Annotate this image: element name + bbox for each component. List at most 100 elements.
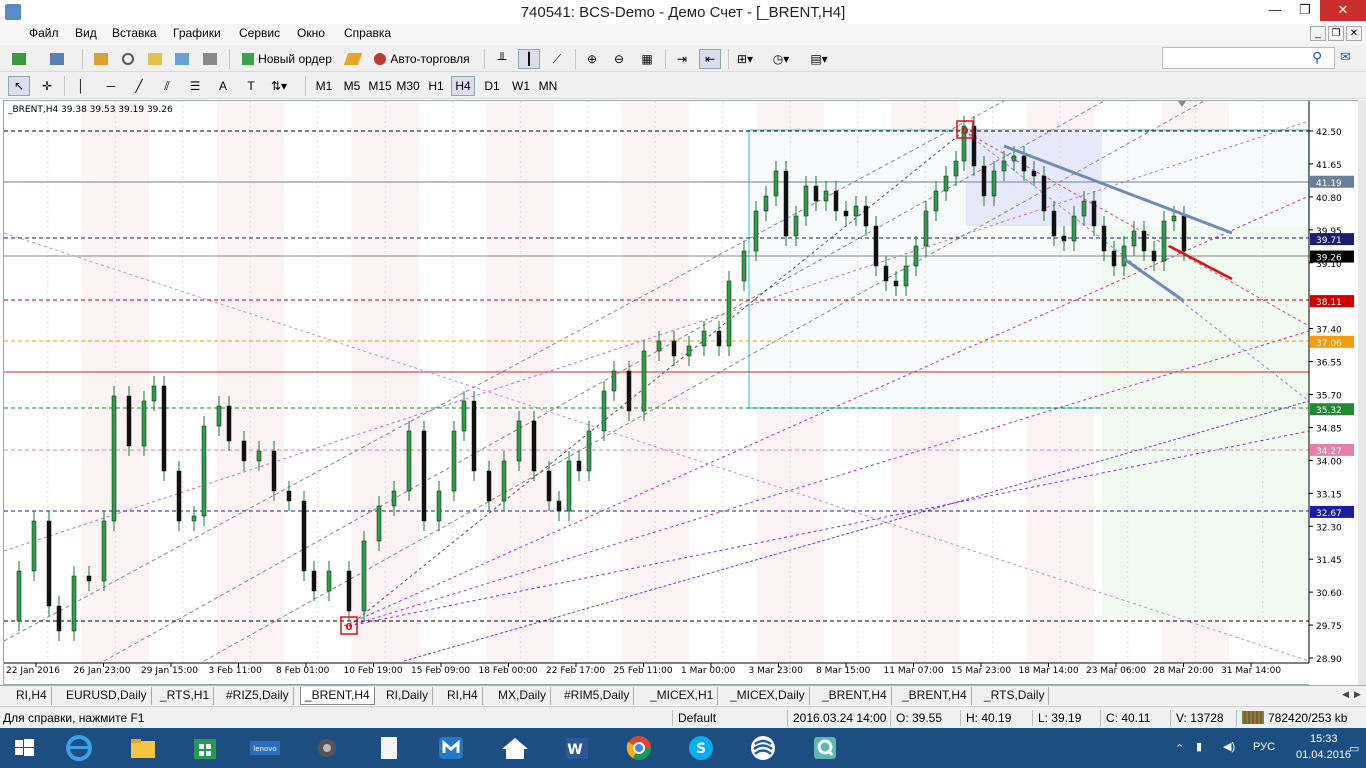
menu-charts[interactable]: Графики <box>173 26 221 40</box>
candle-body <box>501 460 507 502</box>
tab-ri-daily[interactable]: RI,Daily <box>382 687 434 705</box>
maximize-button[interactable]: ❐ <box>1290 0 1320 21</box>
profiles-icon[interactable] <box>46 49 68 69</box>
tab-rim5-daily[interactable]: #RIM5,Daily <box>560 687 635 705</box>
cursor-icon[interactable]: ↖ <box>8 76 30 96</box>
auto-scroll-icon[interactable]: ⇥ <box>671 49 693 69</box>
search-icon[interactable]: ⚲ <box>1312 49 1330 67</box>
tab-prev-icon[interactable]: ◀ <box>1342 689 1352 701</box>
tab-ri-h4-2[interactable]: RI,H4 <box>443 687 483 705</box>
tab-riz5-daily[interactable]: #RIZ5,Daily <box>222 687 294 705</box>
templates-icon[interactable]: ▤▾ <box>808 49 830 69</box>
chart-canvas[interactable]: 00 42.5041.6540.8039.9539.1037.4036.5535.… <box>4 101 1359 686</box>
indicators-icon[interactable]: ⊞▾ <box>734 49 756 69</box>
terminal-icon[interactable] <box>171 49 193 69</box>
tab-rts-h1[interactable]: _RTS,H1 <box>156 687 215 705</box>
menu-window[interactable]: Окно <box>297 26 325 40</box>
tab-rts-daily[interactable]: _RTS,Daily <box>980 687 1050 705</box>
tab-mx-daily[interactable]: MX,Daily <box>494 687 552 705</box>
maxthon-icon[interactable] <box>432 732 470 764</box>
child-minimize-button[interactable]: _ <box>1310 26 1326 41</box>
price-chart[interactable]: 0 0 42.50 41.65 40.80 39.95 39.10 37.40 36.55 35.… <box>3 100 1359 686</box>
explorer-icon[interactable] <box>124 732 162 764</box>
periods-icon[interactable]: ◷▾ <box>770 49 792 69</box>
y-tick-label: 37.40 <box>1316 326 1342 336</box>
new-order-button[interactable]: Новый ордер <box>236 49 338 69</box>
clock-date[interactable]: 01.04.2016 <box>1296 749 1351 761</box>
menu-file[interactable]: Файл <box>29 26 59 40</box>
close-button[interactable]: ✕ <box>1320 0 1366 21</box>
language-indicator[interactable]: РУС <box>1253 741 1275 753</box>
tray-arrow-icon[interactable]: ⌃ <box>1175 742 1184 755</box>
candlestick-icon[interactable]: ┃ <box>518 49 540 69</box>
tab-brent-h4-active[interactable]: _BRENT,H4 <box>300 687 375 705</box>
start-button[interactable] <box>4 732 44 764</box>
data-window-icon[interactable] <box>117 49 139 69</box>
tab-brent-h4-2[interactable]: _BRENT,H4 <box>818 687 892 705</box>
vertical-line-icon[interactable]: │ <box>70 76 92 96</box>
community-icon[interactable]: ✉ <box>1340 49 1358 67</box>
y-tick-label: 30.60 <box>1316 589 1342 599</box>
menu-service[interactable]: Сервис <box>239 26 280 40</box>
quik-icon[interactable] <box>806 732 844 764</box>
bar-chart-icon[interactable]: ╨ <box>491 49 513 69</box>
tab-micex-h1[interactable]: _MICEX,H1 <box>646 687 719 705</box>
tab-eurusd-daily[interactable]: EURUSD,Daily <box>62 687 152 705</box>
menu-insert[interactable]: Вставка <box>112 26 157 40</box>
word-icon[interactable]: W <box>558 732 596 764</box>
lenovo-icon[interactable]: lenovo <box>246 732 284 764</box>
ie-icon[interactable] <box>60 732 98 764</box>
tab-ri-h4[interactable]: RI,H4 <box>12 687 52 705</box>
document-icon[interactable] <box>370 732 408 764</box>
tab-micex-daily[interactable]: _MICEX,Daily <box>726 687 810 705</box>
timeframe-h1[interactable]: H1 <box>424 76 448 96</box>
channel-icon[interactable]: ⫽ <box>156 76 178 96</box>
arrows-icon[interactable]: ⇅▾ <box>268 76 290 96</box>
zoom-in-icon[interactable]: ⊕ <box>581 49 603 69</box>
terminal-app-icon[interactable] <box>744 732 782 764</box>
child-restore-button[interactable]: ❐ <box>1328 26 1344 41</box>
search-input[interactable] <box>1162 47 1335 69</box>
chart-shift-icon[interactable]: ⇤ <box>699 49 721 69</box>
volume-icon[interactable]: ◀) <box>1223 740 1235 753</box>
security-icon[interactable] <box>308 732 346 764</box>
navigator-icon[interactable] <box>144 49 166 69</box>
clock-time[interactable]: 15:33 <box>1310 733 1338 745</box>
timeframe-m15[interactable]: M15 <box>367 76 393 96</box>
skype-icon[interactable]: S <box>682 732 720 764</box>
home-icon[interactable] <box>496 732 534 764</box>
tile-windows-icon[interactable]: ▦ <box>636 49 658 69</box>
vertical-scrollbar[interactable] <box>1358 100 1366 685</box>
line-chart-icon[interactable]: ⟋ <box>546 49 568 69</box>
notifications-icon[interactable]: ▭ <box>1349 742 1359 755</box>
zoom-out-icon[interactable]: ⊖ <box>608 49 630 69</box>
tab-next-icon[interactable]: ▶ <box>1354 689 1364 701</box>
menu-help[interactable]: Справка <box>344 26 391 40</box>
network-icon[interactable]: ▮ <box>1196 740 1202 753</box>
crosshair-icon[interactable]: ✛ <box>36 76 58 96</box>
timeframe-m1[interactable]: M1 <box>312 76 336 96</box>
text-label-icon[interactable]: T <box>240 76 262 96</box>
text-icon[interactable]: A <box>212 76 234 96</box>
timeframe-h4[interactable]: H4 <box>451 76 475 96</box>
trendline-icon[interactable]: ╱ <box>128 76 150 96</box>
timeframe-d1[interactable]: D1 <box>480 76 504 96</box>
market-watch-icon[interactable] <box>90 49 112 69</box>
store-icon[interactable] <box>186 732 224 764</box>
timeframe-w1[interactable]: W1 <box>509 76 533 96</box>
timeframe-m5[interactable]: M5 <box>340 76 364 96</box>
chrome-icon[interactable] <box>620 732 658 764</box>
tester-icon[interactable] <box>199 49 221 69</box>
experts-icon[interactable] <box>342 49 364 69</box>
fibonacci-icon[interactable]: ☰ <box>184 76 206 96</box>
auto-trading-button[interactable]: Авто-торговля <box>368 49 476 69</box>
timeframe-m30[interactable]: M30 <box>395 76 421 96</box>
new-chart-icon[interactable] <box>8 49 30 69</box>
timeframe-mn[interactable]: MN <box>536 76 560 96</box>
price-tag-label: 41.19 <box>1316 179 1342 189</box>
menu-view[interactable]: Вид <box>75 26 97 40</box>
child-close-button[interactable]: ✕ <box>1346 26 1362 41</box>
tab-brent-h4-3[interactable]: _BRENT,H4 <box>898 687 972 705</box>
minimize-button[interactable]: — <box>1260 0 1290 21</box>
horizontal-line-icon[interactable]: ─ <box>100 76 122 96</box>
